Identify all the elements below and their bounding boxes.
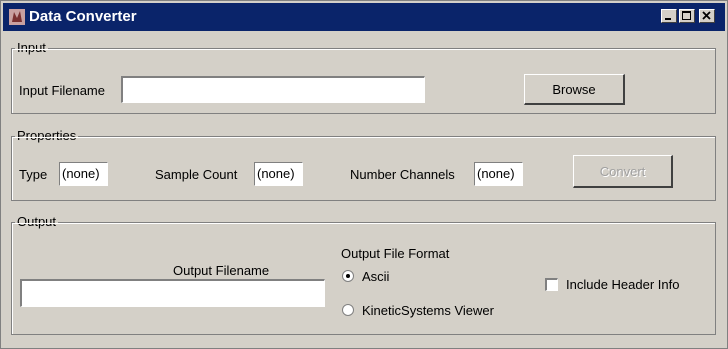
close-button[interactable] [699,9,715,23]
output-format-label: Output File Format [341,246,450,261]
number-channels-value: (none) [474,162,523,186]
minimize-button[interactable] [661,9,677,23]
output-filename-label: Output Filename [173,263,270,278]
title-bar[interactable]: Data Converter [3,3,725,31]
window-title: Data Converter [29,8,137,25]
convert-button[interactable]: Convert [573,155,673,188]
maximize-button[interactable] [679,9,695,23]
input-group-legend: Input [15,40,48,55]
include-header-checkbox[interactable] [545,278,558,291]
app-icon [9,9,25,25]
format-ascii-label[interactable]: Ascii [362,269,389,284]
sample-count-value: (none) [254,162,303,186]
close-icon [702,11,711,20]
properties-group-legend: Properties [15,128,79,143]
number-channels-label: Number Channels [350,167,455,182]
input-group: Input Input Filename Browse [11,40,716,114]
type-value: (none) [59,162,108,186]
output-filename-field[interactable] [20,279,325,307]
maximize-icon [682,11,691,20]
sample-count-label: Sample Count [155,167,238,182]
output-group-legend: Output [15,214,59,229]
format-kineticsystems-radio[interactable] [342,304,354,316]
include-header-label[interactable]: Include Header Info [566,277,679,292]
format-kineticsystems-label[interactable]: KineticSystems Viewer [362,303,494,318]
type-label: Type [19,167,48,182]
minimize-icon [665,18,671,20]
properties-group: Properties Type (none) Sample Count (non… [11,128,716,201]
data-converter-window: Data Converter Input Input Filename Brow… [0,0,728,349]
format-ascii-radio[interactable] [342,270,354,282]
browse-button[interactable]: Browse [524,74,625,105]
input-filename-label: Input Filename [19,83,105,98]
input-filename-field[interactable] [121,76,425,103]
output-group: Output Output Filename Output File Forma… [11,214,716,335]
